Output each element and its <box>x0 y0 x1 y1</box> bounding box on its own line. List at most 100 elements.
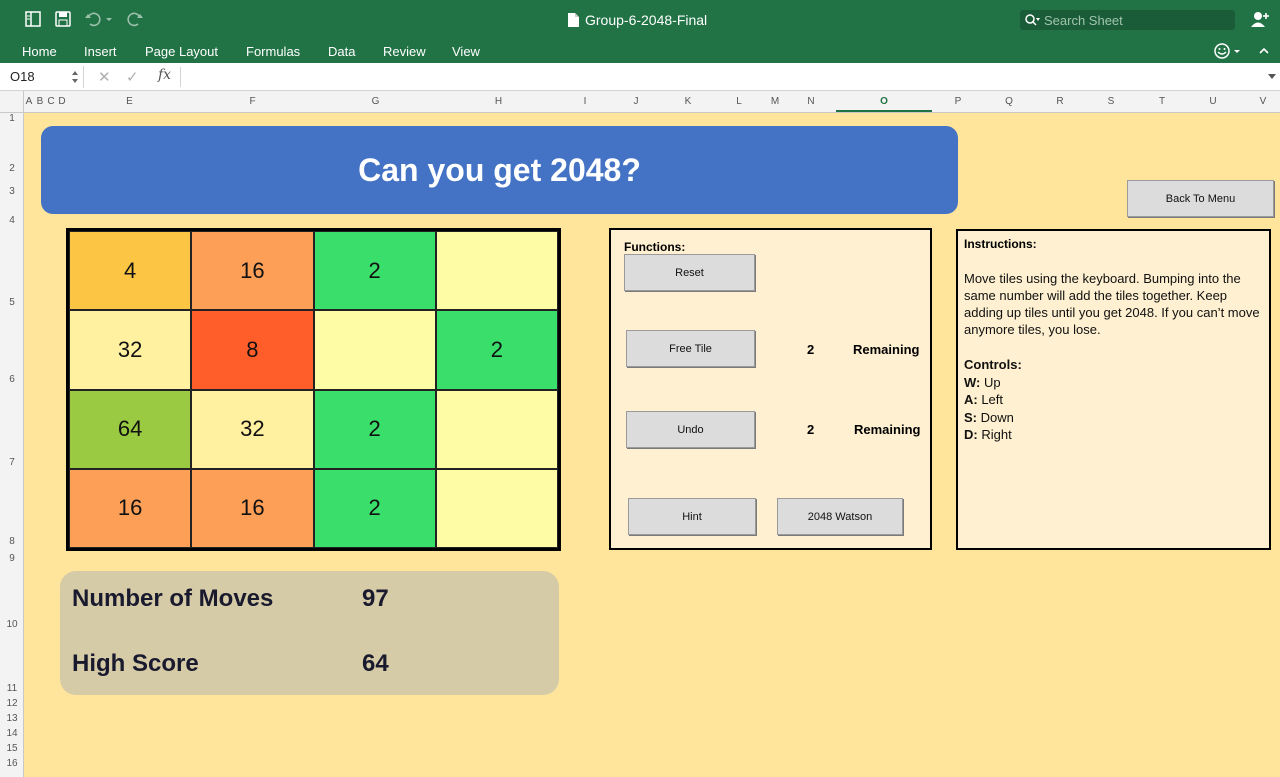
column-header-m[interactable]: M <box>764 96 786 107</box>
tab-formulas[interactable]: Formulas <box>246 44 300 59</box>
free-tile-remaining-label: Remaining <box>853 342 920 357</box>
smiley-feedback-icon[interactable] <box>1213 42 1243 60</box>
chevron-down-icon[interactable] <box>104 10 114 28</box>
row-header-5[interactable]: 5 <box>0 297 24 308</box>
undo-button[interactable]: Undo <box>626 411 755 448</box>
free-tile-button[interactable]: Free Tile <box>626 330 755 367</box>
row-header-1[interactable]: 1 <box>0 113 24 124</box>
formula-input[interactable] <box>180 67 1260 87</box>
expand-formula-icon[interactable] <box>1267 72 1277 80</box>
column-header-t[interactable]: T <box>1136 96 1188 107</box>
ribbon-collapse-icon[interactable] <box>1258 44 1270 58</box>
row-header-13[interactable]: 13 <box>0 713 24 724</box>
high-score-label: High Score <box>72 650 199 677</box>
tab-page-layout[interactable]: Page Layout <box>145 44 218 59</box>
board-tile <box>435 468 558 548</box>
row-header-9[interactable]: 9 <box>0 553 24 564</box>
watson-button[interactable]: 2048 Watson <box>777 498 903 535</box>
confirm-icon[interactable]: ✓ <box>126 68 139 86</box>
column-header-n[interactable]: N <box>786 96 836 107</box>
redo-icon[interactable] <box>126 10 144 28</box>
column-header-p[interactable]: P <box>932 96 984 107</box>
row-header-7[interactable]: 7 <box>0 457 24 468</box>
row-header-15[interactable]: 15 <box>0 743 24 754</box>
insert-function-icon[interactable]: fx <box>158 67 171 83</box>
row-header-3[interactable]: 3 <box>0 186 24 197</box>
instructions-text: Move tiles using the keyboard. Bumping i… <box>964 271 1260 337</box>
free-tile-count: 2 <box>807 342 815 357</box>
selected-column-indicator <box>836 110 932 112</box>
row-header-16[interactable]: 16 <box>0 758 24 769</box>
tab-home[interactable]: Home <box>22 44 57 59</box>
tab-review[interactable]: Review <box>383 44 426 59</box>
hint-button[interactable]: Hint <box>628 498 756 535</box>
column-header-d[interactable]: D <box>57 96 67 107</box>
control-up: W: Up <box>964 374 1022 392</box>
column-header-g[interactable]: G <box>314 96 437 107</box>
search-sheet-box[interactable] <box>1020 10 1235 30</box>
cancel-icon[interactable]: ✕ <box>98 68 111 86</box>
column-header-e[interactable]: E <box>68 96 191 107</box>
column-header-k[interactable]: K <box>662 96 714 107</box>
column-header-o[interactable]: O <box>836 96 932 107</box>
column-header-bar: A B C D E F G H I J K L M N O P Q R S T … <box>0 91 1280 113</box>
save-icon[interactable] <box>54 10 72 28</box>
ribbon-tabs: Home Insert Page Layout Formulas Data Re… <box>0 40 1280 63</box>
column-header-a[interactable]: A <box>24 96 34 107</box>
row-header-11[interactable]: 11 <box>0 683 24 694</box>
board-tile <box>313 310 436 390</box>
sidebar-toggle-icon[interactable] <box>24 10 42 28</box>
moves-value: 97 <box>362 585 389 612</box>
document-title: Group-6-2048-Final <box>568 12 707 28</box>
name-box-value: O18 <box>10 69 35 84</box>
row-header-8[interactable]: 8 <box>0 536 24 547</box>
row-header-14[interactable]: 14 <box>0 728 24 739</box>
search-input[interactable] <box>1044 12 1224 28</box>
tab-view[interactable]: View <box>452 44 480 59</box>
row-header-12[interactable]: 12 <box>0 698 24 709</box>
column-header-r[interactable]: R <box>1034 96 1086 107</box>
board-tile: 32 <box>191 389 314 469</box>
column-header-b[interactable]: B <box>35 96 45 107</box>
column-header-h[interactable]: H <box>437 96 560 107</box>
board-tile: 4 <box>69 231 192 311</box>
row-header-2[interactable]: 2 <box>0 163 24 174</box>
moves-label: Number of Moves <box>72 585 274 612</box>
board-tile: 2 <box>313 389 436 469</box>
board-tile <box>435 389 558 469</box>
control-action: Right <box>977 427 1012 442</box>
name-box[interactable]: O18 <box>0 66 84 88</box>
select-all-corner[interactable] <box>0 91 24 113</box>
reset-button[interactable]: Reset <box>624 254 755 291</box>
row-header-4[interactable]: 4 <box>0 215 24 226</box>
column-header-u[interactable]: U <box>1188 96 1238 107</box>
title-bar: Group-6-2048-Final <box>0 0 1280 40</box>
column-header-i[interactable]: I <box>560 96 610 107</box>
column-header-v[interactable]: V <box>1238 96 1280 107</box>
board-tile: 2 <box>313 231 436 311</box>
share-user-icon[interactable] <box>1250 10 1270 28</box>
back-to-menu-button[interactable]: Back To Menu <box>1127 180 1274 217</box>
column-header-l[interactable]: L <box>714 96 764 107</box>
control-key: A: <box>964 392 978 407</box>
control-right: D: Right <box>964 426 1022 444</box>
control-action: Left <box>977 392 1004 407</box>
undo-icon[interactable] <box>84 10 102 28</box>
board-tile: 64 <box>69 389 192 469</box>
column-header-j[interactable]: J <box>610 96 662 107</box>
tab-data[interactable]: Data <box>328 44 355 59</box>
column-header-c[interactable]: C <box>46 96 56 107</box>
tab-insert[interactable]: Insert <box>84 44 117 59</box>
column-header-q[interactable]: Q <box>984 96 1034 107</box>
column-header-s[interactable]: S <box>1086 96 1136 107</box>
board-tile: 16 <box>191 468 314 548</box>
column-header-f[interactable]: F <box>191 96 314 107</box>
row-header-6[interactable]: 6 <box>0 374 24 385</box>
score-panel: Number of Moves 97 High Score 64 <box>60 571 559 695</box>
board-tile: 2 <box>435 310 558 390</box>
board-tile: 16 <box>69 468 192 548</box>
row-header-10[interactable]: 10 <box>0 619 24 630</box>
high-score-value: 64 <box>362 650 389 677</box>
name-box-stepper-icon[interactable] <box>71 69 79 85</box>
board-tile: 8 <box>191 310 314 390</box>
